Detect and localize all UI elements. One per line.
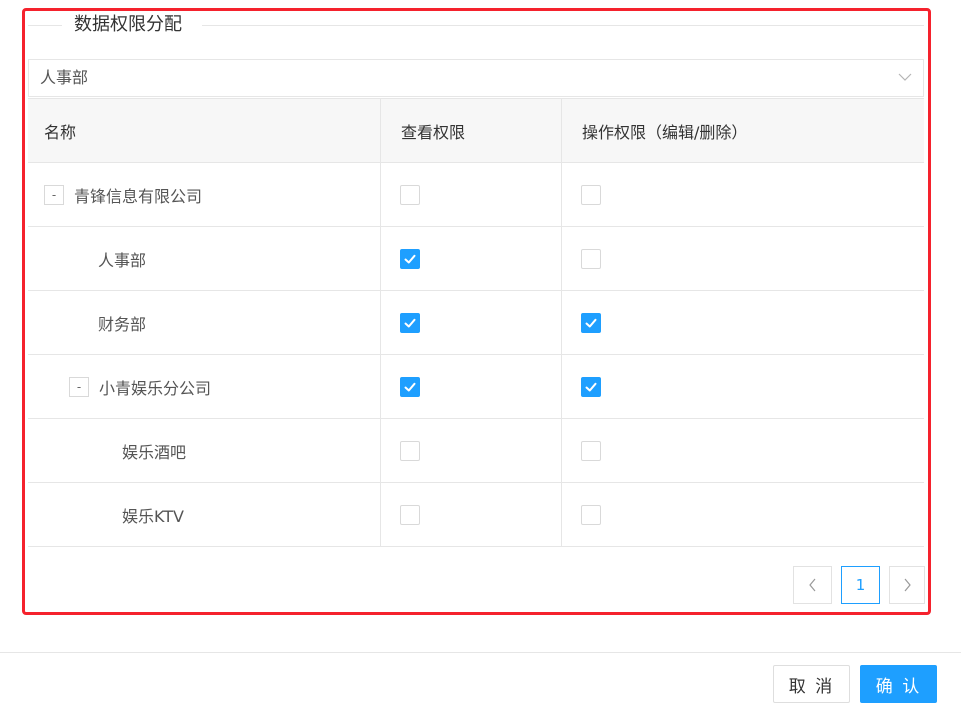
name-cell: - 青锋信息有限公司 [28, 163, 381, 226]
operate-permission-cell [562, 483, 924, 546]
fieldset-legend: 数据权限分配 [74, 14, 182, 35]
name-cell: 财务部 [28, 291, 381, 354]
name-cell: - 小青娱乐分公司 [28, 355, 381, 418]
name-cell: 人事部 [28, 227, 381, 290]
tree-node-label: 小青娱乐分公司 [99, 378, 212, 398]
name-cell: 娱乐KTV [28, 483, 381, 546]
operate-permission-cell [562, 355, 924, 418]
operate-permission-checkbox[interactable] [581, 376, 601, 397]
view-permission-cell [381, 419, 562, 482]
view-permission-cell [381, 227, 562, 290]
tree-node-label: 人事部 [98, 250, 147, 270]
department-select[interactable]: 人事部 [28, 59, 924, 97]
tree-node-label: 娱乐KTV [122, 506, 184, 526]
permission-table: 名称 查看权限 操作权限（编辑/删除） - 青锋信息有限公司 人事部 财务部 - 小青娱乐… [28, 98, 924, 547]
confirm-button[interactable]: 确 认 [860, 665, 937, 703]
view-permission-cell [381, 483, 562, 546]
chevron-right-icon [904, 578, 911, 592]
tree-node-label: 娱乐酒吧 [122, 442, 187, 462]
fieldset-divider-right [202, 25, 924, 26]
header-view-permission: 查看权限 [401, 122, 466, 142]
operate-permission-checkbox[interactable] [581, 248, 601, 269]
operate-permission-checkbox[interactable] [581, 440, 601, 461]
table-row: 人事部 [28, 227, 924, 291]
table-row: 娱乐KTV [28, 483, 924, 547]
tree-collapse-toggle[interactable]: - [44, 184, 64, 205]
operate-permission-checkbox[interactable] [581, 312, 601, 333]
view-permission-cell [381, 291, 562, 354]
operate-permission-cell [562, 227, 924, 290]
table-row: 财务部 [28, 291, 924, 355]
table-body: - 青锋信息有限公司 人事部 财务部 - 小青娱乐分公司 娱乐酒吧 娱乐KTV [28, 163, 924, 547]
chevron-left-icon [808, 578, 815, 592]
table-header: 名称 查看权限 操作权限（编辑/删除） [28, 99, 924, 163]
view-permission-checkbox[interactable] [400, 504, 420, 525]
header-operate-permission: 操作权限（编辑/删除） [582, 122, 748, 142]
footer-divider [0, 652, 961, 653]
tree-collapse-toggle[interactable]: - [69, 376, 89, 397]
table-row: 娱乐酒吧 [28, 419, 924, 483]
next-page-button[interactable] [889, 566, 925, 604]
tree-node-label: 财务部 [98, 314, 147, 334]
view-permission-checkbox[interactable] [400, 376, 420, 397]
view-permission-checkbox[interactable] [400, 248, 420, 269]
chevron-down-icon [898, 73, 912, 81]
fieldset-divider-left [28, 25, 62, 26]
page-number-button[interactable]: 1 [841, 566, 880, 604]
view-permission-cell [381, 163, 562, 226]
operate-permission-cell [562, 163, 924, 226]
operate-permission-cell [562, 419, 924, 482]
view-permission-checkbox[interactable] [400, 184, 420, 205]
name-cell: 娱乐酒吧 [28, 419, 381, 482]
cancel-button[interactable]: 取 消 [773, 665, 850, 703]
operate-permission-checkbox[interactable] [581, 184, 601, 205]
view-permission-cell [381, 355, 562, 418]
view-permission-checkbox[interactable] [400, 440, 420, 461]
view-permission-checkbox[interactable] [400, 312, 420, 333]
table-row: - 小青娱乐分公司 [28, 355, 924, 419]
department-select-value: 人事部 [40, 68, 89, 87]
table-row: - 青锋信息有限公司 [28, 163, 924, 227]
header-name: 名称 [44, 122, 77, 142]
operate-permission-checkbox[interactable] [581, 504, 601, 525]
tree-node-label: 青锋信息有限公司 [74, 186, 203, 206]
operate-permission-cell [562, 291, 924, 354]
prev-page-button[interactable] [793, 566, 832, 604]
